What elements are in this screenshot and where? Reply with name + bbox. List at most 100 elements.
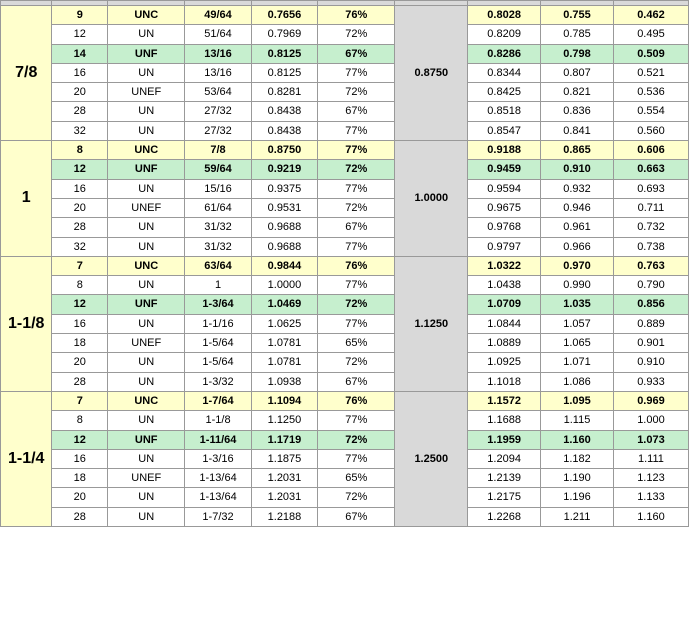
tap-drill-cell: 1-5/64 (185, 334, 251, 353)
pitch-diameter-cell: 0.8286 (468, 44, 541, 63)
designation-cell: UN (108, 449, 185, 468)
minor-diameter-cell: 1.095 (541, 391, 614, 410)
pitch-diameter-cell: 0.8518 (468, 102, 541, 121)
pitch-diameter-cell: 1.0709 (468, 295, 541, 314)
decimal-cell: 1.0469 (251, 295, 317, 314)
minor-diameter-cell: 0.966 (541, 237, 614, 256)
minor-diameter-cell: 1.182 (541, 449, 614, 468)
pct-cell: 77% (318, 237, 395, 256)
minor-diameter-cell: 0.932 (541, 179, 614, 198)
stress-area-cell: 1.000 (613, 411, 688, 430)
tpi-cell: 20 (52, 353, 108, 372)
pitch-diameter-cell: 1.0844 (468, 314, 541, 333)
pct-cell: 72% (318, 25, 395, 44)
stress-area-cell: 0.560 (613, 121, 688, 140)
thread-size-cell: 7/8 (1, 6, 52, 141)
tap-drill-cell: 13/16 (185, 44, 251, 63)
thread-size-cell: 1-1/4 (1, 391, 52, 526)
minor-diameter-cell: 1.160 (541, 430, 614, 449)
decimal-cell: 0.9531 (251, 198, 317, 217)
tpi-cell: 8 (52, 276, 108, 295)
tap-drill-cell: 1-3/32 (185, 372, 251, 391)
pct-cell: 67% (318, 102, 395, 121)
pitch-diameter-cell: 0.9188 (468, 141, 541, 160)
minor-diameter-cell: 1.196 (541, 488, 614, 507)
pitch-diameter-cell: 1.2139 (468, 469, 541, 488)
tpi-cell: 28 (52, 507, 108, 526)
tap-drill-cell: 1-3/64 (185, 295, 251, 314)
pct-cell: 72% (318, 160, 395, 179)
stress-area-cell: 0.910 (613, 353, 688, 372)
major-diameter-cell: 1.1250 (395, 256, 468, 391)
stress-area-cell: 0.763 (613, 256, 688, 275)
pct-cell: 67% (318, 372, 395, 391)
stress-area-cell: 0.889 (613, 314, 688, 333)
tpi-cell: 32 (52, 237, 108, 256)
decimal-cell: 0.8125 (251, 63, 317, 82)
tpi-cell: 8 (52, 411, 108, 430)
tpi-cell: 7 (52, 256, 108, 275)
designation-cell: UN (108, 353, 185, 372)
minor-diameter-cell: 1.086 (541, 372, 614, 391)
pitch-diameter-cell: 0.9459 (468, 160, 541, 179)
stress-area-cell: 0.495 (613, 25, 688, 44)
stress-area-cell: 0.536 (613, 83, 688, 102)
pitch-diameter-cell: 1.1018 (468, 372, 541, 391)
decimal-cell: 1.0000 (251, 276, 317, 295)
designation-cell: UN (108, 63, 185, 82)
stress-area-cell: 0.933 (613, 372, 688, 391)
pct-cell: 77% (318, 314, 395, 333)
designation-cell: UN (108, 507, 185, 526)
tap-drill-cell: 1-5/64 (185, 353, 251, 372)
minor-diameter-cell: 1.071 (541, 353, 614, 372)
pct-cell: 77% (318, 63, 395, 82)
tap-drill-cell: 27/32 (185, 102, 251, 121)
decimal-cell: 1.0625 (251, 314, 317, 333)
designation-cell: UNEF (108, 334, 185, 353)
tpi-cell: 12 (52, 295, 108, 314)
pitch-diameter-cell: 1.2268 (468, 507, 541, 526)
minor-diameter-cell: 0.755 (541, 6, 614, 25)
tap-drill-cell: 27/32 (185, 121, 251, 140)
pitch-diameter-cell: 1.2094 (468, 449, 541, 468)
stress-area-cell: 0.856 (613, 295, 688, 314)
tap-drill-cell: 49/64 (185, 6, 251, 25)
stress-area-cell: 1.160 (613, 507, 688, 526)
stress-area-cell: 0.732 (613, 218, 688, 237)
pitch-diameter-cell: 1.1959 (468, 430, 541, 449)
pct-cell: 72% (318, 83, 395, 102)
tap-drill-cell: 1-13/64 (185, 469, 251, 488)
pitch-diameter-cell: 0.8209 (468, 25, 541, 44)
tap-drill-cell: 1-13/64 (185, 488, 251, 507)
minor-diameter-cell: 0.785 (541, 25, 614, 44)
pitch-diameter-cell: 0.9675 (468, 198, 541, 217)
decimal-cell: 0.9219 (251, 160, 317, 179)
minor-diameter-cell: 0.910 (541, 160, 614, 179)
thread-table: 7/89UNC49/640.765676%0.87500.80280.7550.… (0, 0, 689, 527)
decimal-cell: 0.8125 (251, 44, 317, 63)
minor-diameter-cell: 0.990 (541, 276, 614, 295)
decimal-cell: 1.0781 (251, 334, 317, 353)
stress-area-cell: 0.901 (613, 334, 688, 353)
pct-cell: 72% (318, 295, 395, 314)
decimal-cell: 1.0781 (251, 353, 317, 372)
stress-area-cell: 1.111 (613, 449, 688, 468)
pitch-diameter-cell: 1.0322 (468, 256, 541, 275)
pitch-diameter-cell: 0.8028 (468, 6, 541, 25)
decimal-cell: 0.9688 (251, 237, 317, 256)
pitch-diameter-cell: 1.0925 (468, 353, 541, 372)
stress-area-cell: 0.711 (613, 198, 688, 217)
tap-drill-cell: 13/16 (185, 63, 251, 82)
tpi-cell: 20 (52, 83, 108, 102)
decimal-cell: 1.2031 (251, 469, 317, 488)
designation-cell: UNC (108, 256, 185, 275)
stress-area-cell: 0.606 (613, 141, 688, 160)
decimal-cell: 1.2188 (251, 507, 317, 526)
tap-drill-cell: 1-7/32 (185, 507, 251, 526)
stress-area-cell: 1.073 (613, 430, 688, 449)
pct-cell: 67% (318, 44, 395, 63)
decimal-cell: 0.7656 (251, 6, 317, 25)
tap-drill-cell: 7/8 (185, 141, 251, 160)
tpi-cell: 12 (52, 25, 108, 44)
decimal-cell: 0.7969 (251, 25, 317, 44)
